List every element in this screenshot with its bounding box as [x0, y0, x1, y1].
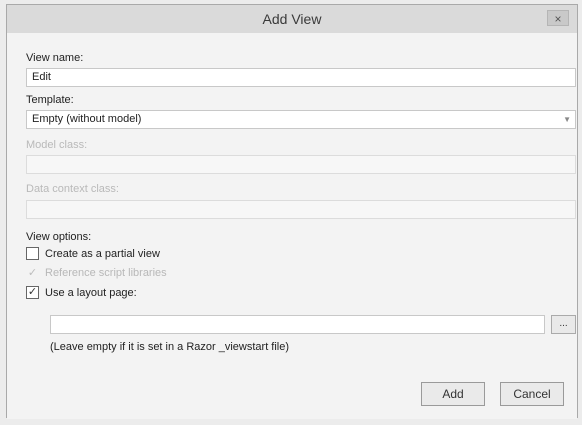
dialog-title: Add View — [262, 11, 322, 27]
view-options-label: View options: — [26, 231, 92, 243]
browse-layout-button[interactable]: ... — [551, 315, 576, 334]
add-button[interactable]: Add — [421, 382, 485, 406]
check-icon: ✓ — [27, 267, 38, 279]
reference-scripts-label: Reference script libraries — [45, 266, 167, 279]
view-name-value: Edit — [32, 71, 51, 83]
view-name-label: View name: — [26, 52, 84, 64]
template-value: Empty (without model) — [32, 113, 142, 125]
view-name-input[interactable]: Edit — [26, 68, 576, 87]
partial-view-option[interactable]: Create as a partial view — [26, 247, 160, 260]
model-class-select — [26, 155, 576, 174]
partial-view-label: Create as a partial view — [45, 247, 160, 260]
template-label: Template: — [26, 94, 74, 106]
dialog-content: View name: Edit Template: Empty (without… — [7, 33, 577, 419]
title-bar[interactable]: Add View × — [7, 5, 577, 33]
layout-hint: (Leave empty if it is set in a Razor _vi… — [50, 341, 290, 353]
partial-view-checkbox[interactable] — [26, 247, 39, 260]
reference-scripts-option: ✓ Reference script libraries — [26, 266, 167, 280]
use-layout-label: Use a layout page: — [45, 286, 137, 299]
template-select[interactable]: Empty (without model) ▼ — [26, 110, 576, 129]
data-context-label: Data context class: — [26, 183, 119, 195]
model-class-label: Model class: — [26, 139, 88, 151]
close-button[interactable]: × — [547, 10, 569, 26]
layout-page-input[interactable] — [50, 315, 545, 334]
cancel-button[interactable]: Cancel — [500, 382, 564, 406]
use-layout-checkbox[interactable]: ✓ — [26, 286, 39, 299]
close-icon: × — [554, 12, 562, 26]
add-view-dialog: Add View × View name: Edit Template: Emp… — [6, 4, 578, 419]
chevron-down-icon: ▼ — [563, 115, 571, 124]
data-context-select — [26, 200, 576, 219]
use-layout-option[interactable]: ✓ Use a layout page: — [26, 286, 137, 299]
